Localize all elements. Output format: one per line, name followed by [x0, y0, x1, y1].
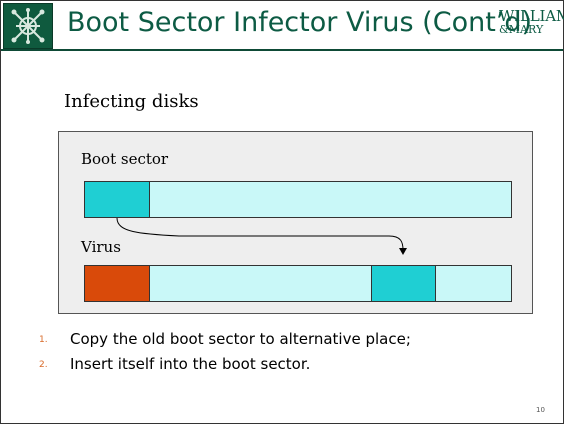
- slide-header: Boot Sector Infector Virus (Cont’d) WILL…: [1, 1, 564, 51]
- list-item: 1. Copy the old boot sector to alternati…: [39, 330, 519, 352]
- page-number: 10: [536, 406, 545, 414]
- copy-arrow-path: [116, 217, 404, 251]
- header-divider: [1, 49, 563, 51]
- list-item-number: 2.: [39, 360, 48, 370]
- list-item-number: 1.: [39, 335, 48, 345]
- relocated-boot-sector-block: [371, 265, 436, 302]
- virus-label: Virus: [81, 238, 121, 256]
- slide-title: Boot Sector Infector Virus (Cont’d): [67, 7, 533, 38]
- cypher-crest-icon: [3, 3, 53, 49]
- arrow-head-icon: [399, 248, 407, 255]
- wordmark-line-2: &MARY: [499, 23, 544, 36]
- list-item-text: Copy the old boot sector to alternative …: [70, 330, 411, 348]
- list-item: 2. Insert itself into the boot sector.: [39, 355, 519, 377]
- disk-diagram: Boot sector Virus: [58, 131, 533, 314]
- list-item-text: Insert itself into the boot sector.: [70, 355, 311, 373]
- slide: Boot Sector Infector Virus (Cont’d) WILL…: [0, 0, 564, 424]
- virus-block: [84, 265, 150, 302]
- section-subheading: Infecting disks: [64, 91, 199, 112]
- university-wordmark: WILLIAM &MARY: [499, 5, 564, 45]
